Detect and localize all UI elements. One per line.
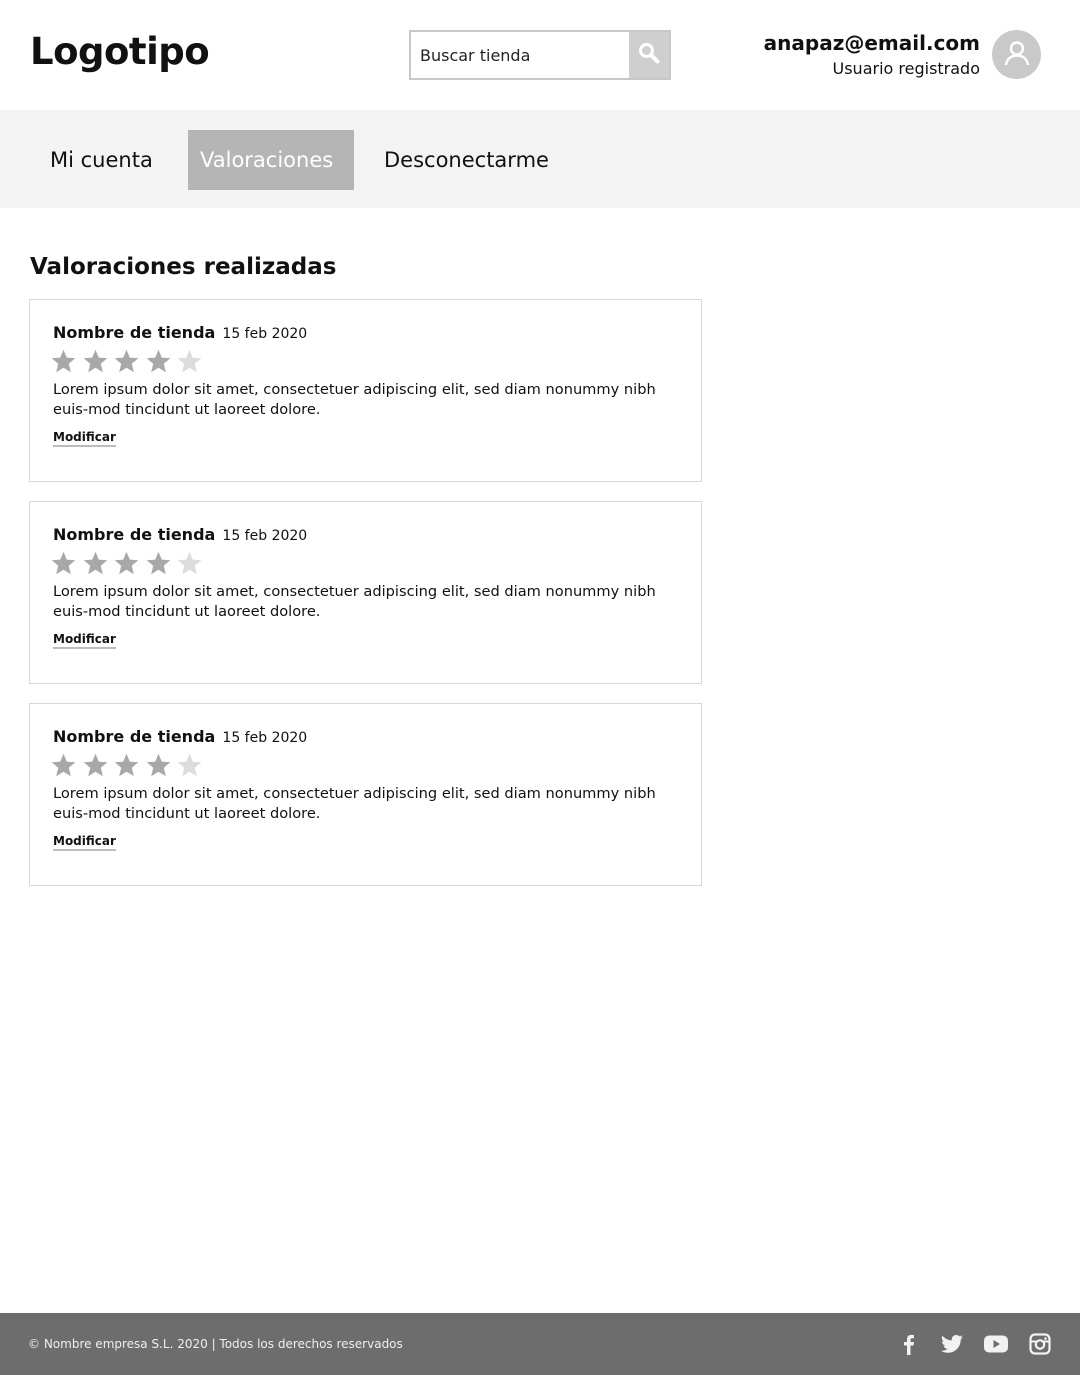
review-header: Nombre de tienda 15 feb 2020 <box>53 727 307 746</box>
tab-desconectarme[interactable]: Desconectarme <box>372 130 561 190</box>
logo[interactable]: Logotipo <box>30 30 210 73</box>
search-box <box>409 30 671 80</box>
star-empty-icon <box>174 751 206 779</box>
star-filled-icon <box>143 751 175 779</box>
review-card: Nombre de tienda 15 feb 2020 Lorem ipsum… <box>29 501 702 684</box>
star-filled-icon <box>111 751 143 779</box>
star-rating <box>48 549 206 577</box>
star-filled-icon <box>80 549 112 577</box>
modify-link[interactable]: Modificar <box>53 430 116 447</box>
star-filled-icon <box>111 347 143 375</box>
star-filled-icon <box>48 549 80 577</box>
review-date: 15 feb 2020 <box>222 730 308 746</box>
star-rating <box>48 751 206 779</box>
search-input[interactable] <box>411 32 631 78</box>
twitter-icon[interactable] <box>939 1331 965 1357</box>
star-filled-icon <box>143 347 175 375</box>
star-filled-icon <box>80 347 112 375</box>
star-filled-icon <box>48 347 80 375</box>
review-date: 15 feb 2020 <box>222 528 308 544</box>
modify-link[interactable]: Modificar <box>53 834 116 851</box>
store-name[interactable]: Nombre de tienda <box>53 323 215 342</box>
tab-valoraciones[interactable]: Valoraciones <box>188 130 354 190</box>
review-header: Nombre de tienda 15 feb 2020 <box>53 323 307 342</box>
user-role: Usuario registrado <box>832 59 981 78</box>
star-rating <box>48 347 206 375</box>
search-button[interactable] <box>629 32 669 78</box>
review-text: Lorem ipsum dolor sit amet, consectetuer… <box>53 785 656 822</box>
youtube-icon[interactable] <box>983 1331 1009 1357</box>
star-empty-icon <box>174 549 206 577</box>
review-header: Nombre de tienda 15 feb 2020 <box>53 525 307 544</box>
avatar[interactable] <box>992 30 1041 79</box>
star-filled-icon <box>80 751 112 779</box>
copyright-text: © Nombre empresa S.L. 2020 | Todos los d… <box>28 1337 403 1351</box>
star-empty-icon <box>174 347 206 375</box>
star-filled-icon <box>143 549 175 577</box>
facebook-icon[interactable] <box>896 1331 922 1357</box>
star-filled-icon <box>111 549 143 577</box>
tab-mi-cuenta[interactable]: Mi cuenta <box>38 130 165 190</box>
user-email: anapaz@email.com <box>763 31 980 55</box>
search-icon <box>638 42 660 68</box>
account-nav: Mi cuenta Valoraciones Desconectarme <box>0 110 1080 208</box>
user-icon <box>1003 39 1031 71</box>
page-title: Valoraciones realizadas <box>30 254 337 280</box>
instagram-icon[interactable] <box>1027 1331 1053 1357</box>
store-name[interactable]: Nombre de tienda <box>53 727 215 746</box>
review-card: Nombre de tienda 15 feb 2020 Lorem ipsum… <box>29 703 702 886</box>
review-text: Lorem ipsum dolor sit amet, consectetuer… <box>53 583 656 620</box>
footer: © Nombre empresa S.L. 2020 | Todos los d… <box>0 1313 1080 1375</box>
modify-link[interactable]: Modificar <box>53 632 116 649</box>
store-name[interactable]: Nombre de tienda <box>53 525 215 544</box>
header: Logotipo anapaz@email.com Usuario regist… <box>0 0 1080 110</box>
review-text: Lorem ipsum dolor sit amet, consectetuer… <box>53 381 656 418</box>
star-filled-icon <box>48 751 80 779</box>
review-date: 15 feb 2020 <box>222 326 308 342</box>
review-card: Nombre de tienda 15 feb 2020 Lorem ipsum… <box>29 299 702 482</box>
